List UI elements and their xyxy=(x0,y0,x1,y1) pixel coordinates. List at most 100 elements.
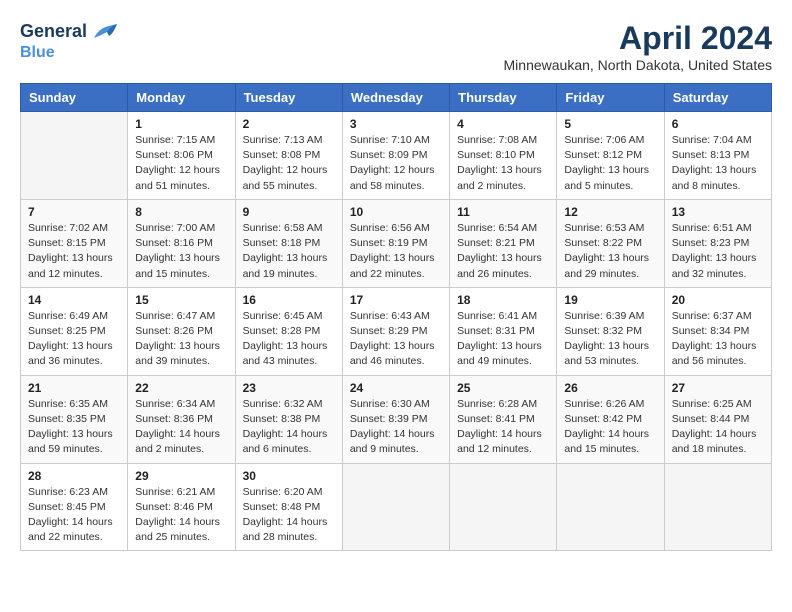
calendar-cell: 13Sunrise: 6:51 AMSunset: 8:23 PMDayligh… xyxy=(664,199,771,287)
day-number: 20 xyxy=(672,293,764,307)
day-number: 12 xyxy=(564,205,656,219)
subtitle: Minnewaukan, North Dakota, United States xyxy=(504,57,772,73)
calendar-cell: 7 Sunrise: 7:02 AMSunset: 8:15 PMDaylight… xyxy=(21,199,128,287)
day-detail: Sunrise: 6:58 AMSunset: 8:18 PMDaylight:… xyxy=(243,221,335,282)
day-number: 17 xyxy=(350,293,442,307)
day-number: 1 xyxy=(135,117,227,131)
calendar-cell: 18 Sunrise: 6:41 AMSunset: 8:31 PMDayligh… xyxy=(450,287,557,375)
day-detail: Sunrise: 6:39 AMSunset: 8:32 PMDaylight:… xyxy=(564,309,656,370)
day-detail: Sunrise: 7:10 AMSunset: 8:09 PMDaylight:… xyxy=(350,133,442,194)
calendar-cell: 9 Sunrise: 6:58 AMSunset: 8:18 PMDaylight… xyxy=(235,199,342,287)
day-number: 21 xyxy=(28,381,120,395)
calendar-cell: 15 Sunrise: 6:47 AMSunset: 8:26 PMDayligh… xyxy=(128,287,235,375)
day-detail: Sunrise: 6:43 AMSunset: 8:29 PMDaylight:… xyxy=(350,309,442,370)
calendar-cell: 1 Sunrise: 7:15 AMSunset: 8:06 PMDaylight… xyxy=(128,112,235,200)
day-number: 19 xyxy=(564,293,656,307)
calendar-cell: 6 Sunrise: 7:04 AMSunset: 8:13 PMDaylight… xyxy=(664,112,771,200)
day-detail: Sunrise: 7:06 AMSunset: 8:12 PMDaylight:… xyxy=(564,133,656,194)
calendar-cell: 27 Sunrise: 6:25 AMSunset: 8:44 PMDayligh… xyxy=(664,375,771,463)
calendar-week-2: 7 Sunrise: 7:02 AMSunset: 8:15 PMDaylight… xyxy=(21,199,772,287)
day-number: 24 xyxy=(350,381,442,395)
day-detail: Sunrise: 7:15 AMSunset: 8:06 PMDaylight:… xyxy=(135,133,227,194)
calendar-week-4: 21 Sunrise: 6:35 AMSunset: 8:35 PMDayligh… xyxy=(21,375,772,463)
calendar-week-5: 28 Sunrise: 6:23 AMSunset: 8:45 PMDayligh… xyxy=(21,463,772,551)
day-detail: Sunrise: 7:02 AMSunset: 8:15 PMDaylight:… xyxy=(28,221,120,282)
day-detail: Sunrise: 6:32 AMSunset: 8:38 PMDaylight:… xyxy=(243,397,335,458)
day-detail: Sunrise: 6:28 AMSunset: 8:41 PMDaylight:… xyxy=(457,397,549,458)
day-number: 13 xyxy=(672,205,764,219)
day-number: 18 xyxy=(457,293,549,307)
day-detail: Sunrise: 6:35 AMSunset: 8:35 PMDaylight:… xyxy=(28,397,120,458)
column-header-monday: Monday xyxy=(128,84,235,112)
calendar-cell: 22 Sunrise: 6:34 AMSunset: 8:36 PMDayligh… xyxy=(128,375,235,463)
calendar-cell xyxy=(664,463,771,551)
day-number: 8 xyxy=(135,205,227,219)
calendar-week-1: 1 Sunrise: 7:15 AMSunset: 8:06 PMDaylight… xyxy=(21,112,772,200)
day-detail: Sunrise: 6:23 AMSunset: 8:45 PMDaylight:… xyxy=(28,485,120,546)
logo: General Blue xyxy=(20,20,119,62)
day-detail: Sunrise: 6:34 AMSunset: 8:36 PMDaylight:… xyxy=(135,397,227,458)
calendar-cell: 23 Sunrise: 6:32 AMSunset: 8:38 PMDayligh… xyxy=(235,375,342,463)
day-detail: Sunrise: 6:25 AMSunset: 8:44 PMDaylight:… xyxy=(672,397,764,458)
day-number: 4 xyxy=(457,117,549,131)
calendar-week-3: 14Sunrise: 6:49 AMSunset: 8:25 PMDayligh… xyxy=(21,287,772,375)
calendar-cell: 10Sunrise: 6:56 AMSunset: 8:19 PMDayligh… xyxy=(342,199,449,287)
title-area: April 2024 Minnewaukan, North Dakota, Un… xyxy=(504,20,772,73)
calendar-cell: 4 Sunrise: 7:08 AMSunset: 8:10 PMDaylight… xyxy=(450,112,557,200)
day-detail: Sunrise: 6:37 AMSunset: 8:34 PMDaylight:… xyxy=(672,309,764,370)
day-number: 22 xyxy=(135,381,227,395)
day-detail: Sunrise: 7:13 AMSunset: 8:08 PMDaylight:… xyxy=(243,133,335,194)
day-number: 9 xyxy=(243,205,335,219)
main-title: April 2024 xyxy=(504,20,772,57)
calendar-cell: 20 Sunrise: 6:37 AMSunset: 8:34 PMDayligh… xyxy=(664,287,771,375)
day-detail: Sunrise: 6:53 AMSunset: 8:22 PMDaylight:… xyxy=(564,221,656,282)
calendar-table: SundayMondayTuesdayWednesdayThursdayFrid… xyxy=(20,83,772,551)
day-number: 29 xyxy=(135,469,227,483)
logo-bird-icon xyxy=(89,20,119,44)
day-detail: Sunrise: 6:47 AMSunset: 8:26 PMDaylight:… xyxy=(135,309,227,370)
day-number: 16 xyxy=(243,293,335,307)
day-detail: Sunrise: 6:20 AMSunset: 8:48 PMDaylight:… xyxy=(243,485,335,546)
calendar-cell: 26Sunrise: 6:26 AMSunset: 8:42 PMDayligh… xyxy=(557,375,664,463)
column-header-saturday: Saturday xyxy=(664,84,771,112)
day-number: 10 xyxy=(350,205,442,219)
column-header-friday: Friday xyxy=(557,84,664,112)
logo-text: General xyxy=(20,20,119,44)
day-number: 25 xyxy=(457,381,549,395)
day-detail: Sunrise: 7:00 AMSunset: 8:16 PMDaylight:… xyxy=(135,221,227,282)
day-detail: Sunrise: 6:41 AMSunset: 8:31 PMDaylight:… xyxy=(457,309,549,370)
calendar-cell: 11 Sunrise: 6:54 AMSunset: 8:21 PMDayligh… xyxy=(450,199,557,287)
calendar-cell: 28 Sunrise: 6:23 AMSunset: 8:45 PMDayligh… xyxy=(21,463,128,551)
day-number: 14 xyxy=(28,293,120,307)
calendar-cell: 17 Sunrise: 6:43 AMSunset: 8:29 PMDayligh… xyxy=(342,287,449,375)
day-detail: Sunrise: 7:08 AMSunset: 8:10 PMDaylight:… xyxy=(457,133,549,194)
column-header-tuesday: Tuesday xyxy=(235,84,342,112)
day-detail: Sunrise: 6:21 AMSunset: 8:46 PMDaylight:… xyxy=(135,485,227,546)
calendar-cell: 30Sunrise: 6:20 AMSunset: 8:48 PMDayligh… xyxy=(235,463,342,551)
calendar-header-row: SundayMondayTuesdayWednesdayThursdayFrid… xyxy=(21,84,772,112)
day-number: 6 xyxy=(672,117,764,131)
calendar-cell: 8 Sunrise: 7:00 AMSunset: 8:16 PMDaylight… xyxy=(128,199,235,287)
calendar-cell: 24Sunrise: 6:30 AMSunset: 8:39 PMDayligh… xyxy=(342,375,449,463)
day-detail: Sunrise: 7:04 AMSunset: 8:13 PMDaylight:… xyxy=(672,133,764,194)
calendar-cell: 29 Sunrise: 6:21 AMSunset: 8:46 PMDayligh… xyxy=(128,463,235,551)
calendar-cell xyxy=(450,463,557,551)
calendar-cell xyxy=(342,463,449,551)
day-detail: Sunrise: 6:45 AMSunset: 8:28 PMDaylight:… xyxy=(243,309,335,370)
calendar-cell: 3Sunrise: 7:10 AMSunset: 8:09 PMDaylight… xyxy=(342,112,449,200)
calendar-cell: 25 Sunrise: 6:28 AMSunset: 8:41 PMDayligh… xyxy=(450,375,557,463)
calendar-cell xyxy=(21,112,128,200)
day-detail: Sunrise: 6:26 AMSunset: 8:42 PMDaylight:… xyxy=(564,397,656,458)
day-detail: Sunrise: 6:54 AMSunset: 8:21 PMDaylight:… xyxy=(457,221,549,282)
column-header-thursday: Thursday xyxy=(450,84,557,112)
day-number: 7 xyxy=(28,205,120,219)
day-number: 23 xyxy=(243,381,335,395)
calendar-cell: 2 Sunrise: 7:13 AMSunset: 8:08 PMDaylight… xyxy=(235,112,342,200)
logo-blue-text: Blue xyxy=(20,44,119,62)
calendar-cell: 14Sunrise: 6:49 AMSunset: 8:25 PMDayligh… xyxy=(21,287,128,375)
day-number: 15 xyxy=(135,293,227,307)
day-number: 11 xyxy=(457,205,549,219)
day-number: 27 xyxy=(672,381,764,395)
day-number: 28 xyxy=(28,469,120,483)
day-number: 2 xyxy=(243,117,335,131)
